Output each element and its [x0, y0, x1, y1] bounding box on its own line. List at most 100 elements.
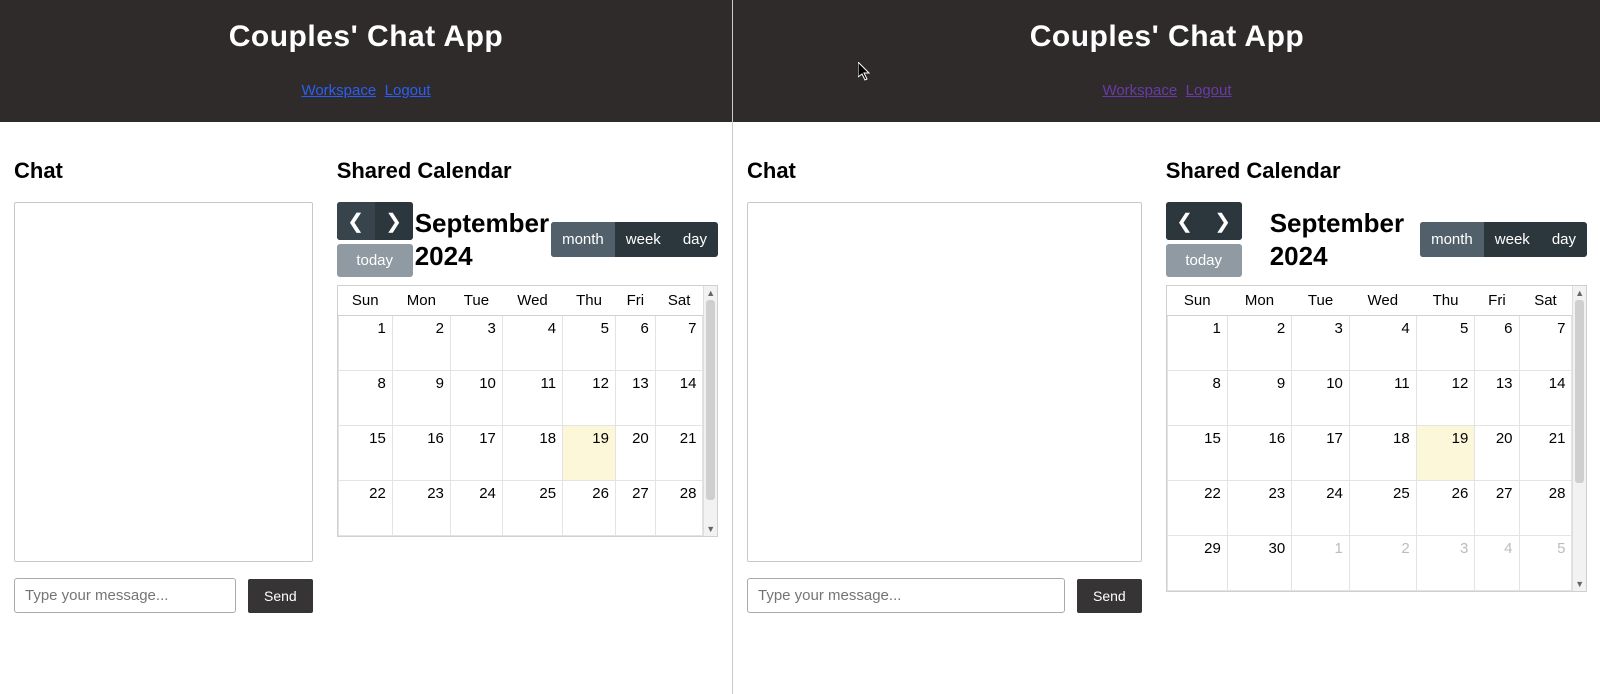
scroll-thumb[interactable]: [706, 300, 715, 500]
calendar-day-cell[interactable]: 21: [1519, 426, 1572, 481]
calendar-day-cell[interactable]: 23: [392, 481, 450, 536]
calendar-day-cell[interactable]: 19: [563, 426, 616, 481]
calendar-day-cell[interactable]: 1: [338, 316, 392, 371]
scroll-thumb[interactable]: [1575, 300, 1584, 483]
logout-link[interactable]: Logout: [1186, 82, 1232, 99]
calendar-day-cell[interactable]: 15: [338, 426, 392, 481]
calendar-day-cell[interactable]: 22: [1167, 481, 1227, 536]
calendar-day-header: Tue: [450, 286, 502, 316]
prev-month-button[interactable]: ❮: [337, 202, 375, 240]
calendar-table-left[interactable]: SunMonTueWedThuFriSat 123456789101112131…: [338, 286, 704, 536]
chat-messages[interactable]: [747, 202, 1142, 562]
scroll-down-icon[interactable]: ▼: [704, 522, 717, 536]
view-month-button[interactable]: month: [551, 222, 615, 257]
calendar-day-cell[interactable]: 27: [615, 481, 655, 536]
calendar-day-cell[interactable]: 27: [1475, 481, 1519, 536]
scroll-up-icon[interactable]: ▲: [704, 286, 717, 300]
calendar-day-cell[interactable]: 4: [502, 316, 562, 371]
calendar-day-cell[interactable]: 4: [1475, 536, 1519, 591]
view-day-button[interactable]: day: [672, 222, 718, 257]
calendar-table-right[interactable]: SunMonTueWedThuFriSat 123456789101112131…: [1167, 286, 1573, 591]
calendar-day-cell[interactable]: 25: [502, 481, 562, 536]
scroll-down-icon[interactable]: ▼: [1573, 577, 1586, 591]
calendar-day-cell[interactable]: 22: [338, 481, 392, 536]
workspace-link[interactable]: Workspace: [301, 82, 376, 99]
calendar-day-cell[interactable]: 8: [1167, 371, 1227, 426]
calendar-day-cell[interactable]: 11: [502, 371, 562, 426]
scroll-up-icon[interactable]: ▲: [1573, 286, 1586, 300]
calendar-day-cell[interactable]: 17: [450, 426, 502, 481]
calendar-day-cell[interactable]: 28: [1519, 481, 1572, 536]
next-month-button[interactable]: ❯: [375, 202, 413, 240]
calendar-day-cell[interactable]: 10: [1292, 371, 1350, 426]
view-week-button[interactable]: week: [1484, 222, 1541, 257]
calendar-day-cell[interactable]: 21: [655, 426, 703, 481]
next-month-button[interactable]: ❯: [1204, 202, 1242, 240]
calendar-day-cell[interactable]: 3: [1416, 536, 1475, 591]
calendar-day-cell[interactable]: 30: [1227, 536, 1291, 591]
calendar-scrollbar[interactable]: ▲ ▼: [703, 286, 717, 536]
calendar-day-cell[interactable]: 12: [563, 371, 616, 426]
calendar-day-cell[interactable]: 13: [615, 371, 655, 426]
calendar-day-cell[interactable]: 18: [502, 426, 562, 481]
calendar-day-cell[interactable]: 2: [1227, 316, 1291, 371]
view-month-button[interactable]: month: [1420, 222, 1484, 257]
calendar-day-cell[interactable]: 6: [1475, 316, 1519, 371]
calendar-day-cell[interactable]: 24: [1292, 481, 1350, 536]
calendar-day-cell[interactable]: 3: [1292, 316, 1350, 371]
prev-month-button[interactable]: ❮: [1166, 202, 1204, 240]
calendar-day-cell[interactable]: 20: [615, 426, 655, 481]
calendar-day-cell[interactable]: 13: [1475, 371, 1519, 426]
calendar-day-cell[interactable]: 5: [1519, 536, 1572, 591]
calendar-day-cell[interactable]: 24: [450, 481, 502, 536]
view-day-button[interactable]: day: [1541, 222, 1587, 257]
calendar-day-cell[interactable]: 23: [1227, 481, 1291, 536]
calendar-day-cell[interactable]: 14: [1519, 371, 1572, 426]
today-button[interactable]: today: [1166, 244, 1242, 277]
message-input[interactable]: [14, 578, 236, 613]
message-input[interactable]: [747, 578, 1065, 613]
calendar-day-cell[interactable]: 9: [1227, 371, 1291, 426]
calendar-day-cell[interactable]: 10: [450, 371, 502, 426]
calendar-day-cell[interactable]: 4: [1349, 316, 1416, 371]
calendar-day-header: Sun: [1167, 286, 1227, 316]
calendar-day-cell[interactable]: 12: [1416, 371, 1475, 426]
calendar-day-cell[interactable]: 7: [1519, 316, 1572, 371]
send-button[interactable]: Send: [1077, 579, 1142, 613]
view-week-button[interactable]: week: [615, 222, 672, 257]
calendar-day-cell[interactable]: 20: [1475, 426, 1519, 481]
calendar-day-cell[interactable]: 19: [1416, 426, 1475, 481]
calendar-day-cell[interactable]: 28: [655, 481, 703, 536]
chat-messages[interactable]: [14, 202, 313, 562]
calendar-day-cell[interactable]: 1: [1292, 536, 1350, 591]
calendar-day-cell[interactable]: 5: [1416, 316, 1475, 371]
calendar-grid: SunMonTueWedThuFriSat 123456789101112131…: [1166, 285, 1587, 592]
calendar-day-cell[interactable]: 29: [1167, 536, 1227, 591]
calendar-day-cell[interactable]: 2: [392, 316, 450, 371]
calendar-day-cell[interactable]: 26: [563, 481, 616, 536]
calendar-day-cell[interactable]: 26: [1416, 481, 1475, 536]
workspace-link[interactable]: Workspace: [1102, 82, 1177, 99]
calendar-day-cell[interactable]: 2: [1349, 536, 1416, 591]
calendar-day-cell[interactable]: 3: [450, 316, 502, 371]
header: Couples' Chat App Workspace Logout: [0, 0, 732, 122]
today-button[interactable]: today: [337, 244, 413, 277]
calendar-day-cell[interactable]: 1: [1167, 316, 1227, 371]
calendar-day-cell[interactable]: 14: [655, 371, 703, 426]
calendar-day-cell[interactable]: 16: [392, 426, 450, 481]
calendar-day-cell[interactable]: 17: [1292, 426, 1350, 481]
calendar-scrollbar[interactable]: ▲ ▼: [1572, 286, 1586, 591]
logout-link[interactable]: Logout: [385, 82, 431, 99]
view-switch: month week day: [1420, 222, 1587, 257]
calendar-day-cell[interactable]: 7: [655, 316, 703, 371]
calendar-day-cell[interactable]: 16: [1227, 426, 1291, 481]
calendar-day-cell[interactable]: 18: [1349, 426, 1416, 481]
calendar-day-cell[interactable]: 25: [1349, 481, 1416, 536]
calendar-day-cell[interactable]: 6: [615, 316, 655, 371]
send-button[interactable]: Send: [248, 579, 313, 613]
calendar-day-cell[interactable]: 9: [392, 371, 450, 426]
calendar-day-cell[interactable]: 5: [563, 316, 616, 371]
calendar-day-cell[interactable]: 11: [1349, 371, 1416, 426]
calendar-day-cell[interactable]: 8: [338, 371, 392, 426]
calendar-day-cell[interactable]: 15: [1167, 426, 1227, 481]
